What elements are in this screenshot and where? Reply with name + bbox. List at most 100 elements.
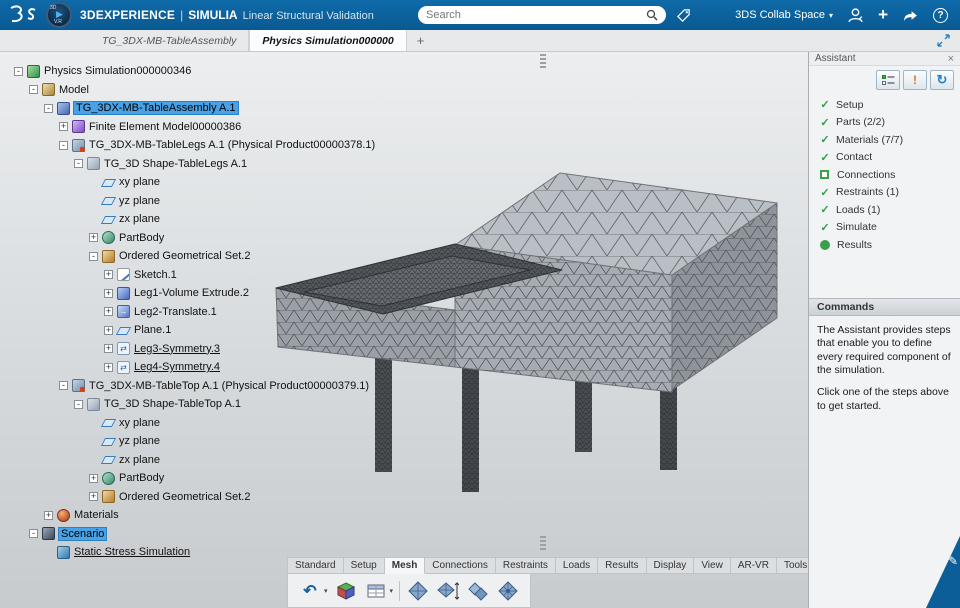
tree-item-zx-plane[interactable]: zx plane: [8, 451, 375, 470]
share-icon[interactable]: [902, 8, 919, 23]
tree-item-yz-plane[interactable]: yz plane: [8, 432, 375, 451]
document-tab-physics-simulation000000[interactable]: Physics Simulation000000: [249, 30, 407, 51]
splitter-handle-bottom[interactable]: [540, 536, 546, 550]
tree-expander-plus-icon[interactable]: +: [44, 510, 53, 520]
tree-expander-plus-icon[interactable]: +: [89, 233, 98, 243]
refresh-button[interactable]: ↻: [930, 70, 954, 90]
tree-expander-plus-icon[interactable]: +: [104, 270, 113, 280]
help-icon[interactable]: ?: [933, 7, 948, 23]
tree-expander-minus-icon[interactable]: -: [59, 381, 68, 391]
assistant-step-simulate[interactable]: ✓ Simulate: [809, 219, 960, 237]
tree-item-ordered-geometrical-set-2[interactable]: + Ordered Geometrical Set.2: [8, 488, 375, 507]
tree-item-model[interactable]: - Model: [8, 81, 375, 100]
search-icon[interactable]: [646, 9, 658, 21]
diagnostics-button[interactable]: !: [903, 70, 927, 90]
undo-button[interactable]: ↶: [298, 579, 322, 603]
tree-item-leg1-volume-extrude-2[interactable]: + Leg1-Volume Extrude.2: [8, 284, 375, 303]
assistant-step-restraints-1[interactable]: ✓ Restraints (1): [809, 184, 960, 202]
tree-item-partbody[interactable]: + PartBody: [8, 229, 375, 248]
action-tab-display[interactable]: Display: [646, 557, 695, 574]
table-view-button[interactable]: [364, 579, 388, 603]
tree-item-physics-simulation000000346[interactable]: - Physics Simulation000000346: [8, 62, 375, 81]
search-input[interactable]: [426, 9, 646, 21]
tree-expander-minus-icon[interactable]: -: [14, 66, 23, 76]
action-tab-ar-vr[interactable]: AR-VR: [730, 557, 777, 574]
table-view-dropdown[interactable]: ▾: [390, 587, 394, 595]
compass-widget[interactable]: 3D ▶ V.R: [46, 2, 72, 28]
tree-expander-plus-icon[interactable]: +: [104, 307, 113, 317]
tree-expander-plus-icon[interactable]: +: [104, 344, 113, 354]
assistant-step-setup[interactable]: ✓ Setup: [809, 96, 960, 114]
collab-space-label: 3DS Collab Space: [735, 9, 826, 21]
tree-item-xy-plane[interactable]: xy plane: [8, 414, 375, 433]
tree-expander-plus-icon[interactable]: +: [59, 122, 68, 132]
check-icon: ✓: [820, 134, 830, 147]
tree-item-sketch-1[interactable]: + Sketch.1: [8, 266, 375, 285]
action-tab-restraints[interactable]: Restraints: [495, 557, 556, 574]
commands-section-header: Commands: [809, 297, 960, 316]
tree-item-yz-plane[interactable]: yz plane: [8, 192, 375, 211]
tree-item-leg4-symmetry-4[interactable]: + Leg4-Symmetry.4: [8, 358, 375, 377]
tree-expander-minus-icon[interactable]: -: [59, 140, 68, 150]
tree-expander-plus-icon[interactable]: +: [89, 473, 98, 483]
tree-expander-minus-icon[interactable]: -: [29, 529, 38, 539]
tree-item-leg3-symmetry-3[interactable]: + Leg3-Symmetry.3: [8, 340, 375, 359]
tree-item-scenario[interactable]: - Scenario: [8, 525, 375, 544]
action-tab-standard[interactable]: Standard: [287, 557, 344, 574]
assistant-step-results[interactable]: Results: [809, 236, 960, 254]
mesh-button-3[interactable]: [466, 579, 490, 603]
undo-dropdown[interactable]: ▾: [324, 587, 328, 595]
tree-expander-plus-icon[interactable]: +: [89, 492, 98, 502]
user-icon[interactable]: [847, 7, 864, 24]
global-search[interactable]: [418, 6, 666, 24]
action-bar-icons: ↶ ▾ ▾: [287, 574, 532, 608]
new-tab-button[interactable]: +: [407, 30, 435, 51]
assistant-step-loads-1[interactable]: ✓ Loads (1): [809, 201, 960, 219]
assistant-step-parts-2-2[interactable]: ✓ Parts (2/2): [809, 114, 960, 132]
tree-item-finite-element-model00000386[interactable]: + Finite Element Model00000386: [8, 118, 375, 137]
close-icon[interactable]: ×: [948, 53, 954, 65]
mesh-button-1[interactable]: [406, 579, 430, 603]
tree-expander-minus-icon[interactable]: -: [74, 159, 83, 169]
tree-item-tg-3d-shape-tablelegs-a-1[interactable]: - TG_3D Shape-TableLegs A.1: [8, 155, 375, 174]
assistant-step-contact[interactable]: ✓ Contact: [809, 149, 960, 167]
mesh-button-4[interactable]: [496, 579, 520, 603]
model-update-button[interactable]: [334, 579, 358, 603]
tree-expander-plus-icon[interactable]: +: [104, 288, 113, 298]
action-tab-connections[interactable]: Connections: [425, 557, 496, 574]
tree-expander-minus-icon[interactable]: -: [44, 103, 53, 113]
tree-item-materials[interactable]: + Materials: [8, 506, 375, 525]
assistant-step-materials-7-7[interactable]: ✓ Materials (7/7): [809, 131, 960, 149]
tree-item-xy-plane[interactable]: xy plane: [8, 173, 375, 192]
add-icon[interactable]: +: [878, 6, 888, 23]
3ds-logo-icon[interactable]: [8, 4, 38, 26]
tree-item-tg-3d-shape-tabletop-a-1[interactable]: - TG_3D Shape-TableTop A.1: [8, 395, 375, 414]
collab-space-selector[interactable]: 3DS Collab Space ▾: [735, 9, 833, 21]
action-tab-loads[interactable]: Loads: [555, 557, 599, 574]
assistant-step-label: Simulate: [836, 221, 877, 234]
assistant-step-connections[interactable]: Connections: [809, 166, 960, 184]
tree-item-partbody[interactable]: + PartBody: [8, 469, 375, 488]
splitter-handle-top[interactable]: [540, 54, 546, 68]
tree-expander-minus-icon[interactable]: -: [89, 251, 98, 261]
tree-expander-minus-icon[interactable]: -: [29, 85, 38, 95]
action-tab-results[interactable]: Results: [598, 557, 647, 574]
tag-icon[interactable]: [676, 8, 691, 23]
tree-item-tg-3dx-mb-tablelegs-a-1-physical-product00000378-1[interactable]: - TG_3DX-MB-TableLegs A.1 (Physical Produ…: [8, 136, 375, 155]
mesh-button-2[interactable]: [436, 579, 460, 603]
tree-expander-plus-icon[interactable]: +: [104, 325, 113, 335]
tree-item-plane-1[interactable]: + Plane.1: [8, 321, 375, 340]
assistant-report-button[interactable]: [876, 70, 900, 90]
expand-window-button[interactable]: [937, 30, 960, 51]
document-tab-tg-3dx-mb-tableassembly[interactable]: TG_3DX-MB-TableAssembly: [90, 30, 250, 51]
action-tab-setup[interactable]: Setup: [343, 557, 385, 574]
tree-expander-plus-icon[interactable]: +: [104, 362, 113, 372]
tree-expander-minus-icon[interactable]: -: [74, 399, 83, 409]
action-tab-view[interactable]: View: [694, 557, 731, 574]
tree-item-leg2-translate-1[interactable]: + Leg2-Translate.1: [8, 303, 375, 322]
tree-item-tg-3dx-mb-tabletop-a-1-physical-product00000379-1[interactable]: - TG_3DX-MB-TableTop A.1 (Physical Produc…: [8, 377, 375, 396]
tree-item-tg-3dx-mb-tableassembly-a-1[interactable]: - TG_3DX-MB-TableAssembly A.1: [8, 99, 375, 118]
action-tab-mesh[interactable]: Mesh: [384, 557, 426, 574]
tree-item-ordered-geometrical-set-2[interactable]: - Ordered Geometrical Set.2: [8, 247, 375, 266]
tree-item-zx-plane[interactable]: zx plane: [8, 210, 375, 229]
